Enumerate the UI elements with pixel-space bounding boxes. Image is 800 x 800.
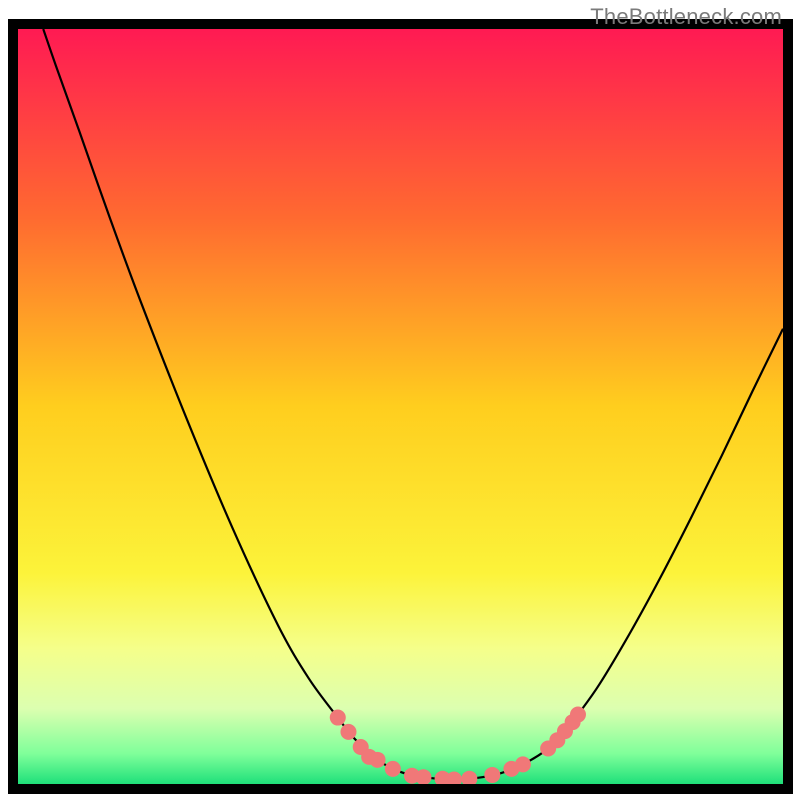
watermark-text: TheBottleneck.com xyxy=(590,4,782,30)
chart-frame: TheBottleneck.com xyxy=(0,0,800,800)
marker-dot xyxy=(484,767,500,783)
marker-dot xyxy=(330,710,346,726)
marker-dot xyxy=(370,752,386,768)
marker-dot xyxy=(340,724,356,740)
marker-dot xyxy=(415,769,431,785)
marker-dot xyxy=(385,761,401,777)
gradient-background xyxy=(18,29,783,784)
bottleneck-curve-chart xyxy=(0,0,800,800)
marker-dot xyxy=(570,707,586,723)
marker-dot xyxy=(515,756,531,772)
